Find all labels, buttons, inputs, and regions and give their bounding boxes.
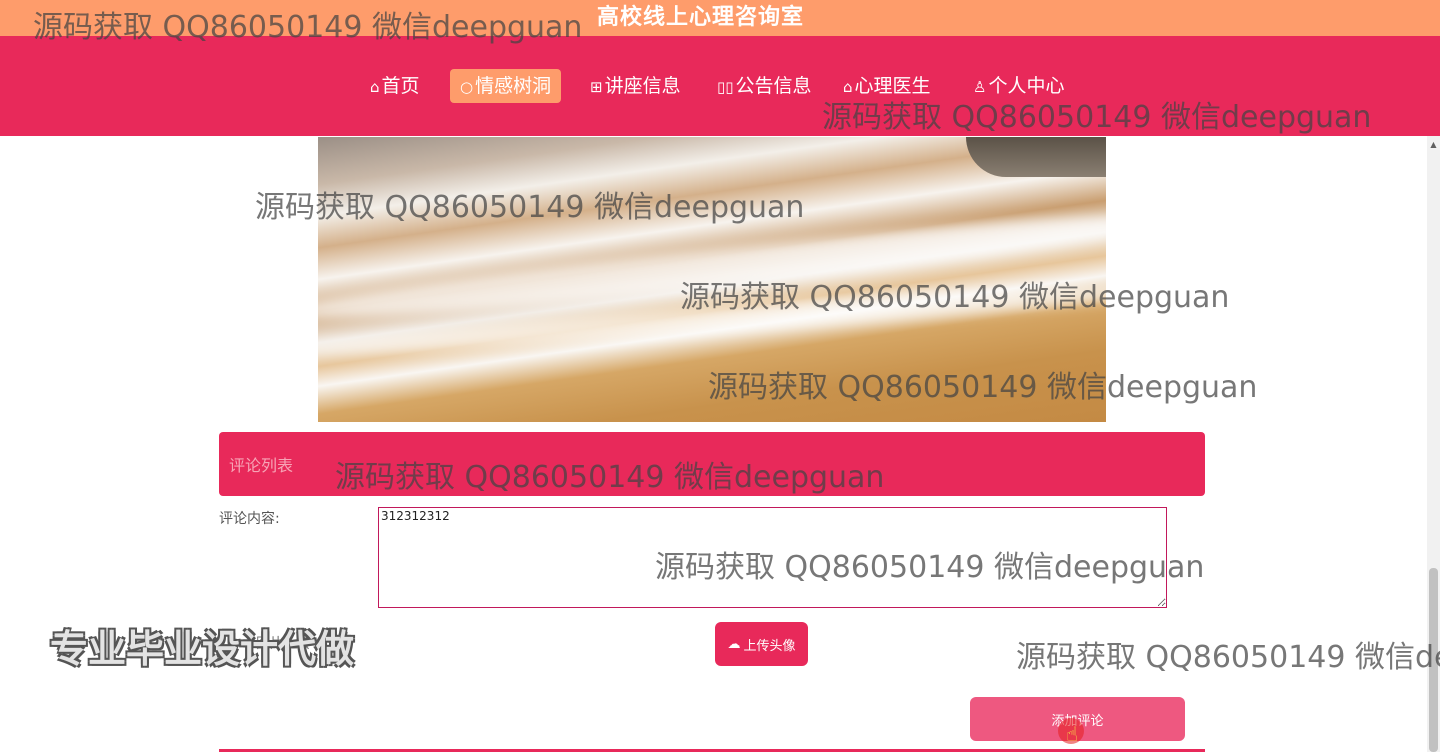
cloud-upload-icon: ☁ <box>727 636 741 652</box>
nav-item-announcements[interactable]: ▯▯ 公告信息 <box>707 69 822 103</box>
nav-item-label: 讲座信息 <box>604 75 681 97</box>
book-icon: ▯▯ <box>717 78 734 96</box>
upload-avatar-button[interactable]: ☁ 上传头像 <box>715 622 808 666</box>
mouse-cursor: ☝ <box>1058 718 1088 748</box>
nav-item-tree-hole[interactable]: ○ 情感树洞 <box>450 69 562 103</box>
watermark-text: 源码获取 QQ86050149 微信deepguan <box>822 100 1372 135</box>
watermark-text: 源码获取 QQ86050149 微信deepguan <box>655 550 1205 585</box>
nav-item-label: 公告信息 <box>735 75 812 97</box>
watermark-text: 源码获取 QQ86050149 微信deepguan <box>680 280 1230 315</box>
watermark-text: 源码获取 QQ86050149 微信deepguan <box>708 370 1258 405</box>
watermark-text: 源码获取 QQ86050149 微信deepguan <box>33 10 583 45</box>
watermark-text: 源码获取 QQ86050149 微信deepguan <box>255 190 805 225</box>
site-title: 高校线上心理咨询室 <box>597 5 805 30</box>
comment-list-title: 评论列表 <box>229 456 294 475</box>
hand-pointer-icon: ☝ <box>1066 722 1079 746</box>
grid-icon: ⊞ <box>590 78 603 96</box>
nav-item-home[interactable]: ⌂ 首页 <box>360 69 430 103</box>
comment-content-label: 评论内容: <box>219 511 280 527</box>
upload-button-label: 上传头像 <box>743 638 796 654</box>
circle-icon: ○ <box>460 78 474 96</box>
watermark-text: 源码获取 QQ86050149 微信de <box>1016 640 1440 675</box>
promo-overlay-text: 专业毕业设计代做 <box>50 627 355 671</box>
home-icon: ⌂ <box>370 78 380 96</box>
scroll-up-arrow-icon[interactable]: ▲ <box>1427 140 1440 149</box>
watermark-text: 源码获取 QQ86050149 微信deepguan <box>335 460 885 495</box>
nav-item-label: 首页 <box>381 75 420 97</box>
nav-item-lectures[interactable]: ⊞ 讲座信息 <box>580 69 691 103</box>
hero-rock <box>966 137 1106 177</box>
nav-item-label: 情感树洞 <box>475 75 552 97</box>
